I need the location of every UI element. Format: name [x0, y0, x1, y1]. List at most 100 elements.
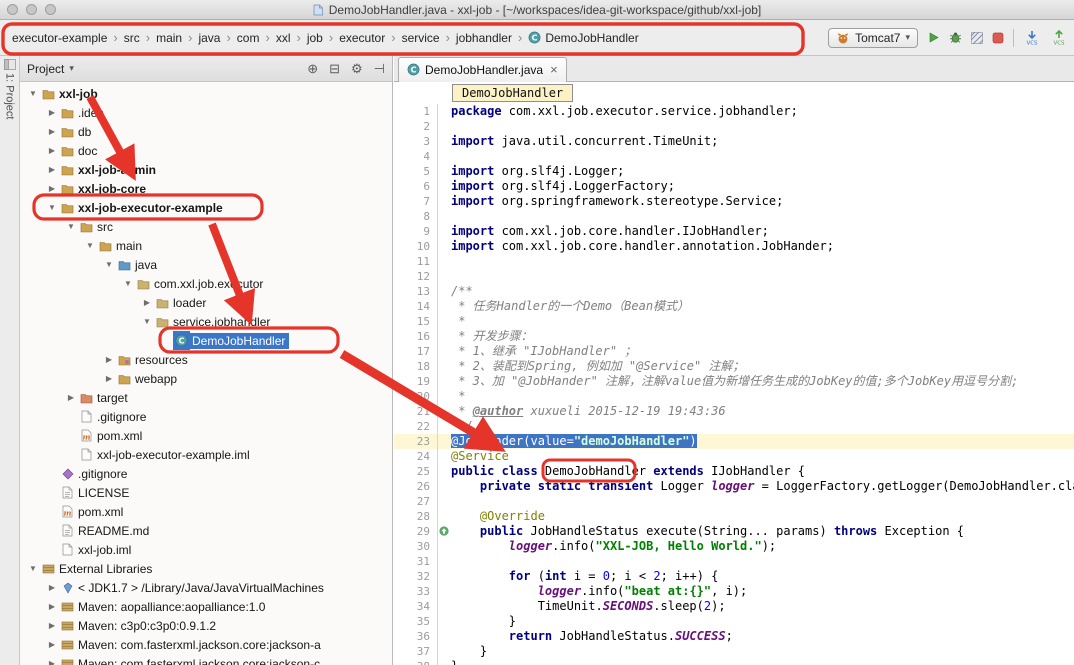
breadcrumb-item-executor[interactable]: executor: [337, 29, 387, 47]
tree-item-maven-com.fasterxml.jackson.core-jackson-a[interactable]: ▶Maven: com.fasterxml.jackson.core:jacks…: [20, 635, 392, 654]
tree-expanded-arrow-icon[interactable]: ▼: [102, 260, 116, 269]
run-config-selector[interactable]: Tomcat7 ▾: [828, 28, 918, 48]
tree-item-maven-com.fasterxml.jackson.core-jackson-c[interactable]: ▶Maven: com.fasterxml.jackson.core:jacks…: [20, 654, 392, 665]
tree-expanded-arrow-icon[interactable]: ▼: [45, 203, 59, 212]
tree-item-doc[interactable]: ▶doc: [20, 141, 392, 160]
tree-item-com.xxl.job.executor[interactable]: ▼com.xxl.job.executor: [20, 274, 392, 293]
code-line-32[interactable]: 32 for (int i = 0; i < 2; i++) {: [394, 569, 1074, 584]
code-line-17[interactable]: 17 * 1、继承 "IJobHandler" ；: [394, 344, 1074, 359]
tree-collapsed-arrow-icon[interactable]: ▶: [45, 127, 59, 136]
code-editor[interactable]: 1package com.xxl.job.executor.service.jo…: [394, 104, 1074, 665]
code-line-10[interactable]: 10import com.xxl.job.core.handler.annota…: [394, 239, 1074, 254]
code-line-9[interactable]: 9import com.xxl.job.core.handler.IJobHan…: [394, 224, 1074, 239]
code-line-13[interactable]: 13/**: [394, 284, 1074, 299]
breadcrumb-item-service[interactable]: service: [400, 29, 442, 47]
tree-expanded-arrow-icon[interactable]: ▼: [83, 241, 97, 250]
code-line-11[interactable]: 11: [394, 254, 1074, 269]
project-panel-title[interactable]: Project: [27, 62, 64, 76]
code-line-38[interactable]: 38}: [394, 659, 1074, 665]
hide-panel-icon[interactable]: ⊣: [374, 61, 385, 77]
debug-button[interactable]: [949, 31, 962, 44]
locate-icon[interactable]: ⊕: [307, 61, 318, 77]
structure-breadcrumb-chip[interactable]: DemoJobHandler: [452, 84, 573, 102]
breadcrumb-item-job[interactable]: job: [305, 29, 325, 47]
code-line-1[interactable]: 1package com.xxl.job.executor.service.jo…: [394, 104, 1074, 119]
code-line-4[interactable]: 4: [394, 149, 1074, 164]
tree-expanded-arrow-icon[interactable]: ▼: [121, 279, 135, 288]
tree-collapsed-arrow-icon[interactable]: ▶: [45, 602, 59, 611]
tree-item-.idea[interactable]: ▶.idea: [20, 103, 392, 122]
code-line-29[interactable]: 29 public JobHandleStatus execute(String…: [394, 524, 1074, 539]
code-line-24[interactable]: 24@Service: [394, 449, 1074, 464]
tree-expanded-arrow-icon[interactable]: ▼: [26, 89, 40, 98]
vcs-commit-button[interactable]: VCS: [1050, 30, 1068, 46]
project-toolwindow-button[interactable]: 1: Project: [0, 59, 19, 119]
vcs-update-button[interactable]: VCS: [1023, 30, 1041, 46]
breadcrumb-item-src[interactable]: src: [122, 29, 142, 47]
tree-item-xxl-job-executor-example.iml[interactable]: xxl-job-executor-example.iml: [20, 445, 392, 464]
code-line-12[interactable]: 12: [394, 269, 1074, 284]
code-line-34[interactable]: 34 TimeUnit.SECONDS.sleep(2);: [394, 599, 1074, 614]
tree-expanded-arrow-icon[interactable]: ▼: [140, 317, 154, 326]
tree-item-xxl-job[interactable]: ▼xxl-job: [20, 84, 392, 103]
tree-collapsed-arrow-icon[interactable]: ▶: [45, 108, 59, 117]
code-line-18[interactable]: 18 * 2、装配到Spring, 例如加 "@Service" 注解；: [394, 359, 1074, 374]
tree-expanded-arrow-icon[interactable]: ▼: [26, 564, 40, 573]
tree-item-xxl-job-admin[interactable]: ▶xxl-job-admin: [20, 160, 392, 179]
breadcrumb-item-com[interactable]: com: [235, 29, 262, 47]
code-line-31[interactable]: 31: [394, 554, 1074, 569]
breadcrumb-item-java[interactable]: java: [196, 29, 222, 47]
code-line-2[interactable]: 2: [394, 119, 1074, 134]
tree-item-xxl-job-core[interactable]: ▶xxl-job-core: [20, 179, 392, 198]
code-line-22[interactable]: 22 */: [394, 419, 1074, 434]
code-line-25[interactable]: 25public class DemoJobHandler extends IJ…: [394, 464, 1074, 479]
tree-item-resources[interactable]: ▶resources: [20, 350, 392, 369]
tree-item-pom.xml[interactable]: mpom.xml: [20, 426, 392, 445]
code-line-23[interactable]: 23@JobHander(value="demoJobHandler"): [394, 434, 1074, 449]
tree-collapsed-arrow-icon[interactable]: ▶: [140, 298, 154, 307]
tree-item-webapp[interactable]: ▶webapp: [20, 369, 392, 388]
tree-collapsed-arrow-icon[interactable]: ▶: [45, 146, 59, 155]
tree-item-service.jobhandler[interactable]: ▼service.jobhandler: [20, 312, 392, 331]
tree-item-maven-aopalliance-aopalliance-1.0[interactable]: ▶Maven: aopalliance:aopalliance:1.0: [20, 597, 392, 616]
tree-item-.gitignore[interactable]: .gitignore: [20, 407, 392, 426]
tree-collapsed-arrow-icon[interactable]: ▶: [45, 184, 59, 193]
tree-item-java[interactable]: ▼java: [20, 255, 392, 274]
code-line-28[interactable]: 28 @Override: [394, 509, 1074, 524]
code-line-30[interactable]: 30 logger.info("XXL-JOB, Hello World.");: [394, 539, 1074, 554]
tree-item-.gitignore[interactable]: .gitignore: [20, 464, 392, 483]
code-line-36[interactable]: 36 return JobHandleStatus.SUCCESS;: [394, 629, 1074, 644]
tree-collapsed-arrow-icon[interactable]: ▶: [64, 393, 78, 402]
tab-demojobhandler[interactable]: C DemoJobHandler.java ×: [398, 57, 567, 82]
tree-item-xxl-job.iml[interactable]: xxl-job.iml: [20, 540, 392, 559]
code-line-14[interactable]: 14 * 任务Handler的一个Demo（Bean模式）: [394, 299, 1074, 314]
tree-item-readme.md[interactable]: README.md: [20, 521, 392, 540]
tree-expanded-arrow-icon[interactable]: ▼: [64, 222, 78, 231]
tree-item-xxl-job-executor-example[interactable]: ▼xxl-job-executor-example: [20, 198, 392, 217]
tree-item-jdk1.7-library-java-javavirtualmachines[interactable]: ▶< JDK1.7 > /Library/Java/JavaVirtualMac…: [20, 578, 392, 597]
tree-item-main[interactable]: ▼main: [20, 236, 392, 255]
breadcrumb-item-main[interactable]: main: [154, 29, 184, 47]
code-line-7[interactable]: 7import org.springframework.stereotype.S…: [394, 194, 1074, 209]
breadcrumb-item-executor-example[interactable]: executor-example: [10, 29, 109, 47]
coverage-button[interactable]: [971, 32, 983, 44]
tree-item-demojobhandler[interactable]: CDemoJobHandler: [20, 331, 392, 350]
code-line-6[interactable]: 6import org.slf4j.LoggerFactory;: [394, 179, 1074, 194]
breadcrumb-item-jobhandler[interactable]: jobhandler: [454, 29, 514, 47]
code-line-20[interactable]: 20 *: [394, 389, 1074, 404]
code-line-19[interactable]: 19 * 3、加 "@JobHander" 注解，注解value值为新增任务生成…: [394, 374, 1074, 389]
collapse-all-icon[interactable]: ⊟: [329, 61, 340, 77]
code-line-21[interactable]: 21 * @author xuxueli 2015-12-19 19:43:36: [394, 404, 1074, 419]
code-line-16[interactable]: 16 * 开发步骤：: [394, 329, 1074, 344]
tree-collapsed-arrow-icon[interactable]: ▶: [45, 165, 59, 174]
tree-collapsed-arrow-icon[interactable]: ▶: [102, 355, 116, 364]
breadcrumb-item-xxl[interactable]: xxl: [274, 29, 293, 47]
tree-item-db[interactable]: ▶db: [20, 122, 392, 141]
code-line-5[interactable]: 5import org.slf4j.Logger;: [394, 164, 1074, 179]
tree-item-src[interactable]: ▼src: [20, 217, 392, 236]
tree-item-pom.xml[interactable]: mpom.xml: [20, 502, 392, 521]
tree-collapsed-arrow-icon[interactable]: ▶: [45, 621, 59, 630]
code-line-26[interactable]: 26 private static transient Logger logge…: [394, 479, 1074, 494]
tree-item-target[interactable]: ▶target: [20, 388, 392, 407]
code-line-15[interactable]: 15 *: [394, 314, 1074, 329]
